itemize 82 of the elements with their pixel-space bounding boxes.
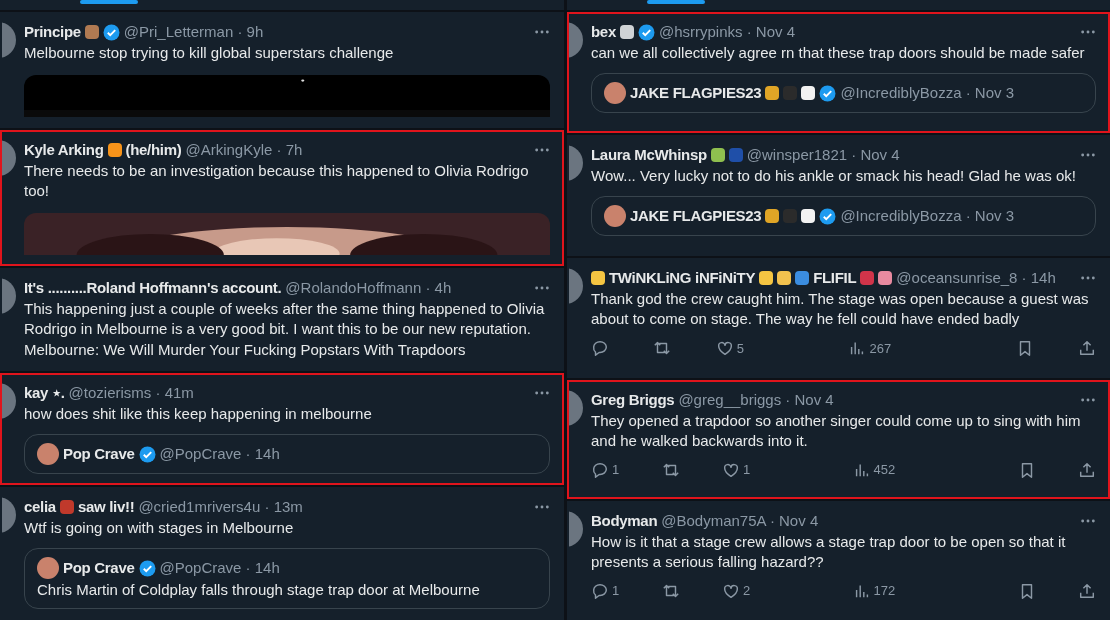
handle-time[interactable]: @hsrrypinks · Nov 4 [658, 22, 796, 42]
user-name[interactable]: Pop Crave [63, 444, 135, 464]
handle-time[interactable]: @PopCrave · 14h [159, 444, 280, 464]
user-name[interactable]: JAKE FLAGPIES23 [630, 83, 762, 103]
action-button[interactable]: 5 [715, 339, 745, 358]
action-button[interactable]: 2 [721, 581, 751, 600]
tweet-text: can we all collectively agree rn that these trap doors should be made safer [591, 43, 1086, 63]
action-button[interactable]: 172 [852, 581, 896, 600]
action-button[interactable]: 1 [591, 460, 620, 479]
user-name[interactable]: Bodyman [591, 510, 658, 531]
quoted-tweet[interactable]: Pop Crave @PopCrave · 14h [24, 434, 550, 474]
action-button[interactable]: 452 [852, 460, 896, 479]
user-name[interactable]: kay ⋆. [24, 383, 65, 403]
more-icon[interactable] [1080, 518, 1096, 523]
handle-time[interactable]: @tozierisms · 41m [68, 383, 194, 403]
avatar [37, 557, 59, 579]
handle-time[interactable]: @Pri_Letterman · 9h [123, 22, 264, 42]
action-button[interactable]: 1 [591, 581, 620, 600]
handle-time[interactable]: @oceansunrise_8 · 14h [896, 268, 1056, 289]
avatar [604, 82, 626, 104]
speech-bubble-icon [591, 460, 609, 479]
user-name[interactable]: Laura McWhinsp [591, 145, 707, 166]
handle-time[interactable]: @greg__briggs · Nov 4 [678, 389, 834, 410]
more-icon[interactable] [1080, 276, 1096, 281]
more-icon[interactable] [534, 30, 550, 34]
handle-time[interactable]: @ArkingKyle · 7h [185, 140, 303, 160]
user-name[interactable]: Pop Crave [63, 558, 135, 578]
quoted-tweet[interactable]: JAKE FLAGPIES23 @IncrediblyBozza · Nov 3 [591, 73, 1096, 113]
more-icon[interactable] [1080, 153, 1096, 158]
action-button[interactable] [1077, 460, 1096, 479]
share-icon [1077, 581, 1096, 600]
more-icon[interactable] [534, 391, 550, 395]
share-icon [1077, 460, 1096, 479]
heart-icon [715, 339, 734, 358]
tweet-text: How is it that a stage crew allows a stage trap door to be open so that it presents a serious falling hazard?? [591, 531, 1067, 572]
avatar [604, 205, 626, 228]
handle-time[interactable]: @Bodyman75A · Nov 4 [661, 510, 819, 531]
quoted-tweet[interactable]: JAKE FLAGPIES23 @IncrediblyBozza · Nov 3 [591, 196, 1096, 237]
more-icon[interactable] [534, 505, 550, 509]
tab-indicator [80, 0, 138, 4]
tweet-text: Wtf is going on with stages in Melbourne [24, 518, 295, 538]
handle-time[interactable]: @IncrediblyBozza · Nov 3 [840, 83, 1014, 103]
speech-bubble-icon [591, 339, 609, 358]
quoted-tweet[interactable]: Pop Crave @PopCrave · 14h Chris Martin of Coldplay falls through stage trap door at Melbourne [24, 548, 550, 609]
tweet-text: They opened a trapdoor so another singer could come up to sing with him and he walked backwards into it. [591, 410, 1082, 451]
handle-time[interactable]: @PopCrave · 14h [159, 558, 280, 578]
user-name[interactable]: FLIFIL [813, 268, 857, 289]
more-icon[interactable] [1080, 397, 1096, 402]
more-icon[interactable] [534, 148, 550, 152]
tweet-text: how does shit like this keep happening in melbourne [24, 404, 373, 424]
user-name[interactable]: (he/him) [125, 140, 182, 160]
action-button[interactable] [1077, 339, 1096, 358]
handle-time[interactable]: @winsper1821 · Nov 4 [746, 145, 900, 166]
action-button[interactable] [591, 339, 609, 358]
tweet-text: Melbourne: We Will Murder Your Fucking Popstars With Trapdoors [24, 340, 467, 360]
user-name[interactable]: bex [591, 22, 616, 42]
user-name[interactable]: JAKE FLAGPIES23 [630, 206, 762, 227]
action-button[interactable]: 1 [721, 460, 751, 479]
handle-time[interactable]: @IncrediblyBozza · Nov 3 [840, 206, 1014, 227]
user-name[interactable]: saw liv!! [77, 497, 135, 517]
more-icon[interactable] [1080, 30, 1096, 34]
user-name[interactable]: TWiNKLiNG iNFiNiTY [609, 268, 756, 289]
tweet-text: Chris Martin of Coldplay falls through stage trap door at Melbourne [37, 580, 481, 600]
user-name[interactable]: celia [24, 497, 56, 517]
tweet-text: This happening just a couple of weeks after the same thing happened to Olivia Rodrigo in Melbourne is a very good bit. I want this to be our new reputation. [24, 299, 546, 339]
user-name[interactable]: Principe [24, 22, 81, 42]
tweet-text: Melbourne stop trying to kill global superstars challenge [24, 43, 395, 63]
handle-time[interactable]: @RolandoHoffmann · 4h [285, 278, 452, 298]
tweet-text: Thank god the crew caught him. The stage was open because a guest was about to come on stage. The way he fell could have ended badly [591, 289, 1090, 330]
share-icon [1077, 339, 1096, 358]
action-button[interactable]: 267 [848, 339, 892, 358]
handle-time[interactable]: @cried1mrivers4u · 13m [138, 497, 303, 517]
tweet-text: There needs to be an investigation because this happened to Olivia Rodrigo too! [24, 161, 530, 201]
tab-indicator [647, 0, 705, 4]
action-button[interactable] [1077, 581, 1096, 600]
user-name[interactable]: Greg Briggs [591, 389, 675, 410]
tweet-text: Wow... Very lucky not to do his ankle or smack his head! Glad he was ok! [591, 166, 1077, 187]
more-icon[interactable] [534, 286, 550, 290]
avatar [37, 443, 59, 465]
speech-bubble-icon [591, 581, 609, 600]
user-name[interactable]: Kyle Arking [24, 140, 104, 160]
user-name[interactable]: It's ..........Roland Hoffmann's account. [24, 278, 282, 298]
